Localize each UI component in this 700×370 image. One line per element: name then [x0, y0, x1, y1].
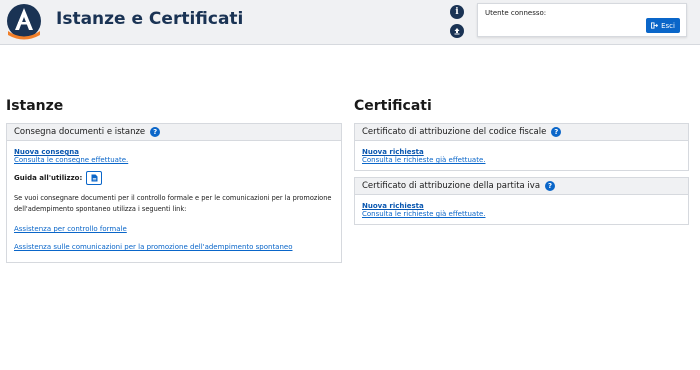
section-title-istanze: Istanze — [6, 98, 64, 114]
formal-control-link[interactable]: Assistenza per controllo formale — [14, 225, 334, 233]
section-title-certificati: Certificati — [354, 98, 432, 114]
consegna-card: Consegna documenti e istanze ? Nuova con… — [6, 123, 342, 263]
compliance-link[interactable]: Assistenza sulle comunicazioni per la pr… — [14, 243, 334, 251]
logout-icon — [651, 22, 659, 29]
card-body: Nuova richiesta Consulta le richieste gi… — [355, 141, 688, 170]
user-panel: Utente connesso: Esci — [477, 3, 687, 37]
pdf-guide-button[interactable] — [86, 171, 103, 185]
card-header: Certificato di attribuzione del codice f… — [355, 124, 688, 141]
card-header: Consegna documenti e istanze ? — [7, 124, 341, 141]
upload-icon[interactable] — [450, 24, 464, 38]
exit-button-label: Esci — [661, 21, 675, 30]
view-deliveries-link[interactable]: Consulta le consegne effettuate. — [14, 156, 334, 164]
card-header: Certificato di attribuzione della partit… — [355, 178, 688, 195]
view-requests-link[interactable]: Consulta le richieste già effettuate. — [362, 210, 681, 218]
instructions-text: Se vuoi consegnare documenti per il cont… — [14, 194, 332, 213]
help-icon[interactable]: ? — [551, 127, 562, 137]
app-header: Istanze e Certificati i Utente connesso:… — [0, 0, 700, 45]
user-connected-label: Utente connesso: — [485, 9, 547, 17]
card-body: Nuova richiesta Consulta le richieste gi… — [355, 195, 688, 224]
help-icon[interactable]: ? — [545, 181, 556, 191]
view-requests-link[interactable]: Consulta le richieste già effettuate. — [362, 156, 681, 164]
istanze-section: Istanze Consegna documenti e istanze ? N… — [6, 98, 342, 269]
document-icon — [91, 174, 98, 182]
new-request-link[interactable]: Nuova richiesta — [362, 148, 681, 156]
help-icon[interactable]: ? — [150, 127, 161, 137]
new-delivery-link[interactable]: Nuova consegna — [14, 148, 334, 156]
agenzia-entrate-logo — [7, 4, 41, 40]
card-body: Nuova consegna Consulta le consegne effe… — [7, 141, 341, 262]
guide-label: Guida all'utilizzo: — [14, 174, 83, 182]
codice-fiscale-card: Certificato di attribuzione del codice f… — [354, 123, 689, 171]
card-title: Consegna documenti e istanze — [14, 127, 146, 137]
card-title: Certificato di attribuzione del codice f… — [362, 127, 547, 137]
upload-arrow-icon — [454, 28, 460, 35]
page-title: Istanze e Certificati — [56, 9, 244, 29]
exit-button[interactable]: Esci — [646, 18, 680, 33]
certificati-section: Certificati Certificato di attribuzione … — [354, 98, 689, 231]
info-icon[interactable]: i — [450, 5, 464, 19]
card-title: Certificato di attribuzione della partit… — [362, 181, 541, 191]
partita-iva-card: Certificato di attribuzione della partit… — [354, 177, 689, 225]
new-request-link[interactable]: Nuova richiesta — [362, 202, 681, 210]
guide-row: Guida all'utilizzo: — [14, 171, 334, 185]
